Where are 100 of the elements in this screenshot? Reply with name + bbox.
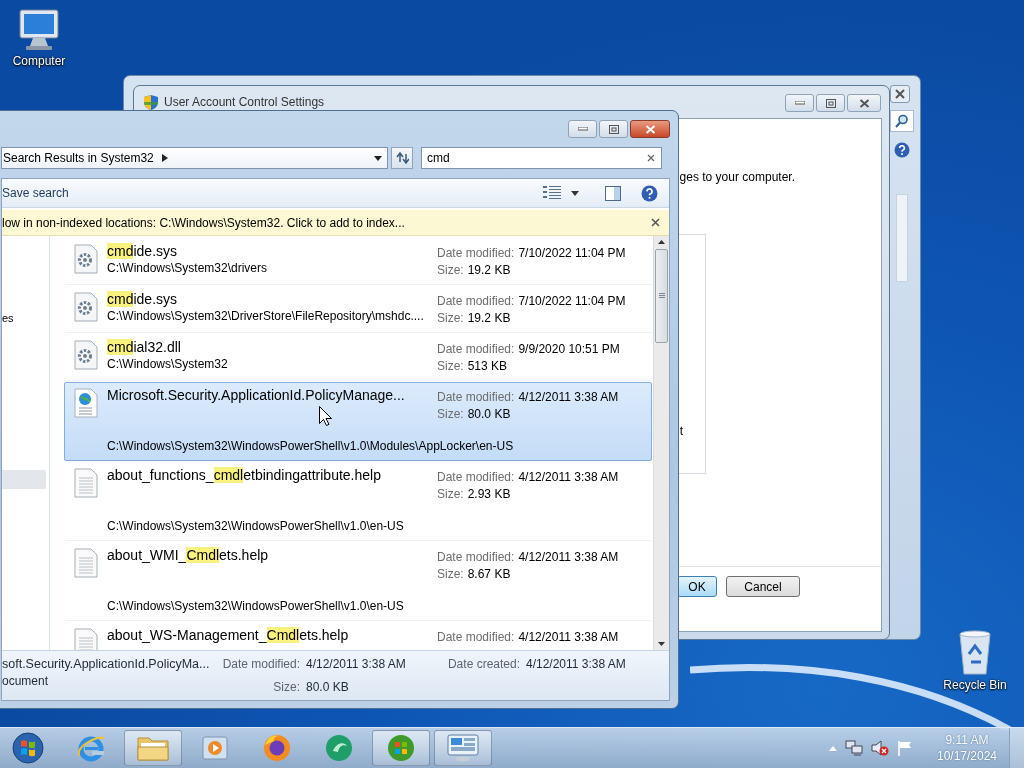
meta-value: 8.67 KB xyxy=(467,567,511,581)
gear-file-icon xyxy=(73,340,99,370)
file-name[interactable]: about_WMI_Cmdlets.help xyxy=(107,546,269,564)
scroll-thumb[interactable] xyxy=(655,249,668,343)
detail-label: Date modified: xyxy=(221,657,300,673)
scrollbar[interactable] xyxy=(653,236,669,650)
result-row[interactable]: cmdial32.dll C:\Windows\System32 Date modified: 9/9/2020 10:51 PM Size: 513 KB xyxy=(64,334,652,381)
taskbar-app-button[interactable] xyxy=(434,730,492,766)
globe-icon xyxy=(262,733,292,763)
preview-pane-icon[interactable] xyxy=(605,185,621,201)
detail-value: 4/12/2011 3:38 AM xyxy=(306,657,406,673)
view-list-icon[interactable] xyxy=(543,185,561,201)
result-row[interactable]: cmdide.sys C:\Windows\System32\drivers Date modified: 7/10/2022 11:04 PM Size: 19.2 KB xyxy=(64,238,652,285)
dropdown-caret-icon[interactable] xyxy=(374,155,382,161)
meta-value: 2.93 KB xyxy=(467,487,511,501)
network-icon[interactable] xyxy=(845,740,863,756)
close-button[interactable] xyxy=(890,85,910,103)
meta-label: Date modified: xyxy=(437,630,515,644)
meta-value: 80.0 KB xyxy=(467,407,511,421)
search-icon[interactable] xyxy=(895,114,909,128)
close-button[interactable] xyxy=(630,120,670,138)
speaker-icon[interactable] xyxy=(871,740,889,756)
clear-icon[interactable] xyxy=(647,154,655,162)
file-path: C:\Windows\System32 xyxy=(107,356,228,372)
text-file-icon xyxy=(73,468,99,498)
text-file-icon xyxy=(73,628,99,650)
result-row[interactable]: about_functions_cmdletbindingattribute.help Date modified: 4/12/2011 3:38 AM Size: 2.93 KB C:\Windows\System32\WindowsPowerShell\v1.0\en-US xyxy=(64,462,652,541)
text-file-icon xyxy=(73,548,99,578)
close-icon[interactable] xyxy=(894,89,906,99)
meta-label: Size: xyxy=(437,263,464,277)
recycle-bin-icon[interactable] xyxy=(957,630,993,676)
folder-icon xyxy=(137,735,169,761)
result-row[interactable]: Microsoft.Security.ApplicationId.PolicyManage... Date modified: 4/12/2011 3:38 AM Size: 80.0 KB C:\Windows\System32\WindowsPowerShell\v1.0\Modules\AppLocker\en-US xyxy=(64,382,652,461)
address-text[interactable]: Search Results in System32 xyxy=(3,151,154,165)
maximize-button[interactable] xyxy=(816,94,845,112)
start-button[interactable] xyxy=(10,730,46,766)
circle-icon xyxy=(324,733,354,763)
detail-value: 4/12/2011 3:38 AM xyxy=(526,657,626,673)
help-icon[interactable] xyxy=(894,142,910,158)
chevron-icon[interactable] xyxy=(161,154,168,162)
file-name[interactable]: Microsoft.Security.ApplicationId.PolicyManage... xyxy=(107,386,405,404)
close-button[interactable] xyxy=(847,94,881,112)
minimize-icon[interactable] xyxy=(577,127,588,131)
cancel-button[interactable]: Cancel xyxy=(726,576,800,597)
close-icon[interactable] xyxy=(651,218,660,227)
search-field[interactable]: cmd xyxy=(421,147,662,169)
restore-icon[interactable] xyxy=(825,98,836,108)
file-path: C:\Windows\System32\WindowsPowerShell\v1.0\en-US xyxy=(107,598,404,615)
address-bar[interactable]: Search Results in System32 xyxy=(1,147,388,169)
file-name[interactable]: cmdial32.dll xyxy=(107,338,181,356)
meta-value: 4/12/2011 3:38 AM xyxy=(518,550,619,564)
meta-label: Size: xyxy=(437,487,464,501)
result-row[interactable]: about_WMI_Cmdlets.help Date modified: 4/12/2011 3:38 AM Size: 8.67 KB C:\Windows\System32\WindowsPowerShell\v1.0\en-US xyxy=(64,542,652,621)
desktop-icon-label[interactable]: Recycle Bin xyxy=(943,678,1007,692)
meta-label: Size: xyxy=(437,359,464,373)
meta-label: Size: xyxy=(437,567,464,581)
maximize-button[interactable] xyxy=(599,120,628,138)
minimize-icon[interactable] xyxy=(794,101,805,105)
gear-file-icon xyxy=(73,244,99,274)
search-button[interactable] xyxy=(890,110,914,132)
meta-value: 9/9/2020 10:51 PM xyxy=(518,342,620,356)
help-icon[interactable] xyxy=(641,184,658,202)
file-name[interactable]: about_WS-Management_Cmdlets.help xyxy=(107,626,349,644)
save-search-button[interactable]: Save search xyxy=(2,186,69,200)
taskbar-app-button[interactable] xyxy=(372,730,430,766)
meta-label: Date modified: xyxy=(437,390,515,404)
meta-value: 4/12/2011 3:38 AM xyxy=(518,630,619,644)
meta-value: 513 KB xyxy=(467,359,508,373)
browser-e-icon xyxy=(76,734,106,762)
scroll-down-icon[interactable] xyxy=(658,642,665,646)
file-name[interactable]: cmdide.sys xyxy=(107,242,178,260)
close-icon[interactable] xyxy=(858,98,870,108)
dropdown-caret-icon[interactable] xyxy=(571,190,579,196)
file-path: C:\Windows\System32\drivers xyxy=(107,260,268,276)
details-file-type: ocument xyxy=(2,674,50,688)
file-path: C:\Windows\System32\WindowsPowerShell\v1.0\en-US xyxy=(107,518,404,535)
meta-value: 7/10/2022 11:04 PM xyxy=(518,294,626,308)
result-row[interactable]: cmdide.sys C:\Windows\System32\DriverStore\FileRepository\mshdc.... Date modified: 7/10/2022 11:04 PM Size: 19.2 KB xyxy=(64,286,652,333)
info-bar-text[interactable]: low in non-indexed locations: C:\Windows\System32. Click to add to index... xyxy=(2,215,405,230)
ok-button[interactable]: OK xyxy=(677,576,717,597)
shield-icon xyxy=(144,94,158,110)
meta-label: Date modified: xyxy=(437,246,515,260)
scroll-up-icon[interactable] xyxy=(658,240,665,244)
info-bar[interactable]: low in non-indexed locations: C:\Windows\System32. Click to add to index... xyxy=(2,210,669,236)
detail-label: Date created: xyxy=(446,657,520,673)
detail-value: 80.0 KB xyxy=(306,680,349,696)
details-file-name: soft.Security.ApplicationId.PolicyMa... xyxy=(2,657,211,671)
nav-item[interactable]: es xyxy=(2,312,14,324)
description-text: ges to your computer. xyxy=(679,170,795,184)
desktop-icon-label[interactable]: Computer xyxy=(12,54,66,68)
monitor-icon xyxy=(447,734,479,762)
file-name[interactable]: about_functions_cmdletbindingattribute.help xyxy=(107,466,381,484)
taskbar-app-button[interactable] xyxy=(124,730,182,766)
meta-label: Date modified: xyxy=(437,470,515,484)
restore-icon[interactable] xyxy=(608,124,619,134)
play-icon xyxy=(202,735,228,761)
meta-value: 4/12/2011 3:38 AM xyxy=(518,470,619,484)
file-name[interactable]: cmdide.sys xyxy=(107,290,178,308)
computer-icon[interactable] xyxy=(16,8,62,52)
meta-value: 19.2 KB xyxy=(467,311,511,325)
